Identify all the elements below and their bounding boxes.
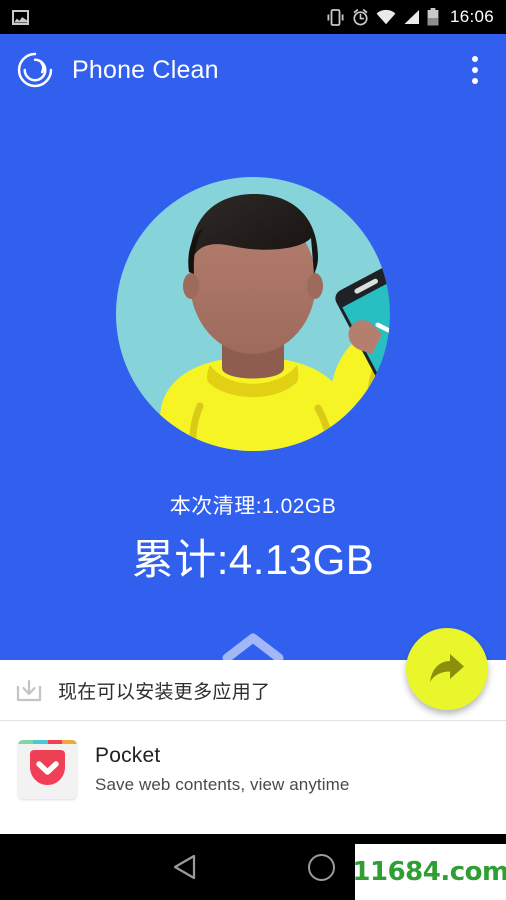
pocket-icon-tabs [18,740,77,744]
battery-icon [427,8,439,26]
app-name: Pocket [95,744,161,767]
swirl-logo-icon [17,52,53,88]
tab-orange [62,740,77,744]
alarm-icon [353,8,368,25]
list-item[interactable]: Pocket Save web contents, view anytime [0,722,506,817]
back-triangle-icon[interactable] [172,853,198,881]
share-arrow-icon [430,654,464,682]
app-text-block: Pocket Save web contents, view anytime [95,744,349,795]
pocket-app-icon [18,740,77,799]
app-bar: Phone Clean [0,34,506,106]
status-bar-right: 16:06 [326,7,494,27]
chevron-up-icon[interactable] [221,628,285,660]
tab-red [47,740,63,744]
overflow-dot [472,67,478,73]
cleanup-stats: 本次清理:1.02GB 累计:4.13GB [0,490,506,587]
overflow-dot [472,78,478,84]
app-description: Save web contents, view anytime [95,775,350,794]
phone-screen: 16:06 Phone Clean 本次清理:1.02GB 累计:4.13GB … [0,0,506,900]
system-navigation-bar: 11684.com [0,834,506,900]
vibrate-icon [327,8,344,26]
wifi-icon [376,9,396,25]
hero-panel: 本次清理:1.02GB 累计:4.13GB [0,106,506,660]
install-download-icon [16,679,42,702]
status-bar: 16:06 [0,0,506,34]
overflow-menu-icon[interactable] [460,48,490,92]
home-circle-icon[interactable] [307,853,335,881]
total-cleaned-label: 累计:4.13GB [131,536,375,583]
person-holding-phone-illustration [116,177,390,451]
image-icon [12,9,29,25]
site-watermark: 11684.com [352,844,506,900]
status-bar-clock: 16:06 [449,7,494,26]
cleaned-this-time-label: 本次清理:1.02GB [169,495,337,518]
recommended-apps-list: Pocket Save web contents, view anytime [0,722,506,817]
tab-teal [32,740,48,744]
signal-icon [404,10,419,24]
pocket-glyph-icon [30,750,65,785]
tab-green [18,740,33,744]
install-more-apps-label: 现在可以安装更多应用了 [58,681,271,703]
share-fab-button[interactable] [406,628,488,710]
overflow-dot [472,56,478,62]
app-title: Phone Clean [72,55,219,84]
status-bar-left [12,9,29,25]
